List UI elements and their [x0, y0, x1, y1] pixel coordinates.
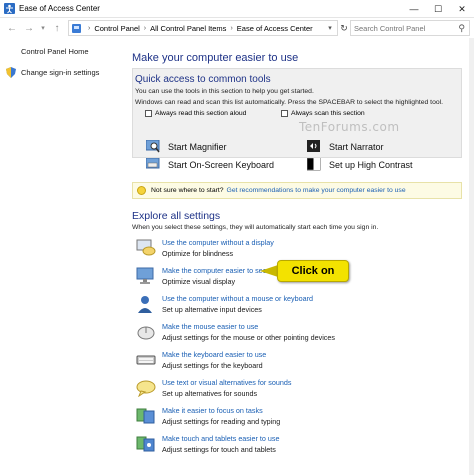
monitor-speaker-icon	[136, 239, 156, 256]
left-pane: Control Panel Home Change sign-in settin…	[0, 38, 124, 475]
setting-link[interactable]: Make touch and tablets easier to use	[162, 434, 279, 443]
quick-access-intro: You can use the tools in this section to…	[135, 88, 314, 95]
address-bar[interactable]: › Control Panel › All Control Panel Item…	[68, 20, 338, 36]
setting-description: Adjust settings for touch and tablets	[162, 445, 276, 454]
setting-sound-alternatives: Use text or visual alternatives for soun…	[136, 378, 456, 402]
control-panel-home-link[interactable]: Control Panel Home	[21, 47, 89, 56]
setting-description: Adjust settings for the keyboard	[162, 361, 263, 370]
breadcrumb-ease-of-access[interactable]: Ease of Access Center	[237, 24, 313, 33]
setting-link[interactable]: Use the computer without a display	[162, 238, 274, 247]
close-button[interactable]: ✕	[450, 0, 474, 18]
page-title: Make your computer easier to use	[132, 52, 299, 64]
setting-description: Optimize for blindness	[162, 249, 234, 258]
setting-without-mouse-keyboard: Use the computer without a mouse or keyb…	[136, 294, 456, 318]
explore-description: When you select these settings, they wil…	[132, 224, 379, 231]
forward-button[interactable]: →	[22, 21, 36, 35]
minimize-button[interactable]: —	[402, 0, 426, 18]
title-bar: Ease of Access Center — ☐ ✕	[0, 0, 474, 18]
change-signin-settings-link[interactable]: Change sign-in settings	[21, 68, 99, 77]
setting-link[interactable]: Use text or visual alternatives for soun…	[162, 378, 291, 387]
touch-tablet-icon	[136, 436, 155, 452]
navigation-bar: ← → ▾ ↑ › Control Panel › All Control Pa…	[0, 18, 474, 38]
search-input[interactable]	[354, 23, 454, 33]
up-button[interactable]: ↑	[50, 21, 64, 35]
start-on-screen-keyboard-button[interactable]: Start On-Screen Keyboard	[146, 158, 274, 171]
lightbulb-icon	[137, 186, 146, 195]
main-content: Make your computer easier to use Quick a…	[124, 38, 469, 475]
setting-description: Adjust settings for reading and typing	[162, 417, 281, 426]
setting-description: Set up alternative input devices	[162, 305, 262, 314]
callout-arrow-icon	[260, 265, 278, 277]
start-narrator-label: Start Narrator	[329, 141, 384, 152]
always-scan-checkbox[interactable]: Always scan this section	[281, 110, 365, 117]
setting-link[interactable]: Make the keyboard easier to use	[162, 350, 266, 359]
breadcrumb-control-panel[interactable]: Control Panel	[94, 24, 139, 33]
setting-description: Adjust settings for the mouse or other p…	[162, 333, 335, 342]
checkbox-unchecked-icon[interactable]	[145, 110, 152, 117]
watermark: TenForums.com	[299, 120, 400, 134]
user-icon	[138, 296, 152, 313]
setting-without-display: Use the computer without a display Optim…	[136, 238, 456, 262]
click-on-callout: Click on	[277, 260, 349, 282]
monitor-icon	[136, 267, 154, 284]
always-read-label: Always read this section aloud	[155, 110, 247, 117]
window-title: Ease of Access Center	[19, 4, 100, 13]
setting-touch-tablets: Make touch and tablets easier to use Adj…	[136, 434, 456, 458]
start-keyboard-label: Start On-Screen Keyboard	[168, 159, 275, 170]
always-read-checkbox[interactable]: Always read this section aloud	[145, 110, 246, 117]
setting-focus-tasks: Make it easier to focus on tasks Adjust …	[136, 406, 456, 430]
back-button[interactable]: ←	[5, 21, 19, 35]
setting-keyboard: Make the keyboard easier to use Adjust s…	[136, 350, 456, 374]
start-magnifier-button[interactable]: Start Magnifier	[146, 140, 227, 153]
keyboard-icon	[136, 355, 156, 365]
setting-description: Optimize visual display	[162, 277, 236, 286]
refresh-icon[interactable]: ↻	[338, 20, 350, 36]
setting-link[interactable]: Make the computer easier to see	[162, 266, 267, 275]
recent-locations-chevron-icon[interactable]: ▾	[36, 21, 50, 35]
always-scan-label: Always scan this section	[291, 110, 365, 117]
magnifier-icon	[146, 140, 160, 153]
quick-access-title: Quick access to common tools	[135, 74, 271, 85]
high-contrast-label: Set up High Contrast	[329, 159, 413, 170]
breadcrumb-separator-icon: ›	[143, 24, 147, 32]
checkbox-unchecked-icon[interactable]	[281, 110, 288, 117]
setting-link[interactable]: Make it easier to focus on tasks	[162, 406, 263, 415]
setting-link[interactable]: Use the computer without a mouse or keyb…	[162, 294, 313, 303]
maximize-button[interactable]: ☐	[426, 0, 450, 18]
search-box[interactable]: ⚲	[350, 20, 470, 36]
get-recommendations-link[interactable]: Get recommendations to make your compute…	[227, 187, 406, 194]
recommendation-tip-bar: Not sure where to start? Get recommendat…	[132, 182, 462, 199]
breadcrumb-all-items[interactable]: All Control Panel Items	[150, 24, 226, 33]
high-contrast-icon	[307, 158, 321, 171]
control-panel-icon	[72, 23, 81, 33]
narrator-icon	[307, 140, 320, 152]
ease-of-access-icon	[4, 3, 15, 14]
search-icon[interactable]: ⚲	[458, 23, 465, 34]
keyboard-icon	[146, 158, 160, 169]
setting-mouse: Make the mouse easier to use Adjust sett…	[136, 322, 456, 346]
quick-access-scan-info: Windows can read and scan this list auto…	[135, 99, 444, 106]
speech-bubble-icon	[136, 380, 156, 397]
explore-heading: Explore all settings	[132, 210, 221, 222]
setting-link[interactable]: Make the mouse easier to use	[162, 322, 258, 331]
focus-tasks-icon	[136, 408, 155, 424]
vertical-scrollbar[interactable]	[469, 38, 474, 475]
shield-icon	[6, 67, 16, 78]
address-dropdown-icon[interactable]: ▾	[324, 20, 336, 36]
tip-prefix: Not sure where to start?	[151, 187, 224, 194]
mouse-icon	[137, 326, 155, 340]
start-magnifier-label: Start Magnifier	[168, 141, 227, 152]
breadcrumb-separator-icon: ›	[230, 24, 233, 32]
setting-description: Set up alternatives for sounds	[162, 389, 258, 398]
breadcrumb-separator-icon: ›	[88, 24, 91, 32]
high-contrast-button[interactable]: Set up High Contrast	[307, 158, 413, 171]
start-narrator-button[interactable]: Start Narrator	[307, 140, 384, 153]
